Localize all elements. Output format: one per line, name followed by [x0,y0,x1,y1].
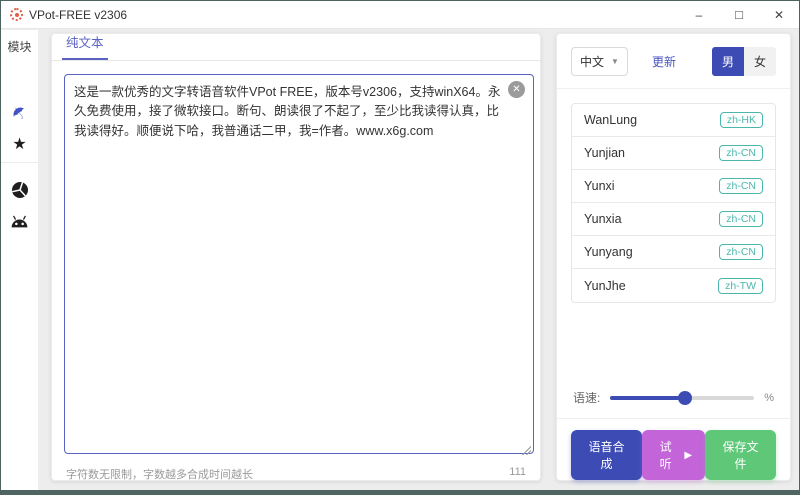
title-bar: VPot-FREE v2306 – □ ✕ [1,1,799,29]
gender-toggle: 男 女 [711,47,776,76]
app-window: VPot-FREE v2306 – □ ✕ 模块 ☂ ★ 纯文本 这是一款优秀的… [0,0,800,495]
textarea-wrap: 这是一款优秀的文字转语音软件VPot FREE，版本号v2306，支持winX6… [64,74,534,459]
tab-bar: 纯文本 [52,34,540,61]
update-link[interactable]: 更新 [652,53,676,70]
voice-row-yunxia[interactable]: Yunxia zh-CN [572,203,775,236]
voice-row-yunjian[interactable]: Yunjian zh-CN [572,137,775,170]
star-icon[interactable]: ★ [1,131,39,157]
voice-list: WanLung zh-HK Yunjian zh-CN Yunxi zh-CN … [571,103,776,303]
action-buttons-row: 语音合成 试听 ▶ 保存文件 [557,419,790,480]
voice-row-yunxi[interactable]: Yunxi zh-CN [572,170,775,203]
gender-male-button[interactable]: 男 [711,47,744,76]
gender-female-button[interactable]: 女 [743,47,776,76]
voice-row-yunyang[interactable]: Yunyang zh-CN [572,236,775,269]
window-title: VPot-FREE v2306 [29,7,128,22]
helper-text: 字符数无限制，字数越多合成时间越长 [66,469,253,481]
language-value: 中文 [580,55,605,69]
speed-row: 语速: % [557,379,790,418]
slider-fill [610,395,686,400]
maximize-button[interactable]: □ [719,1,759,28]
voice-name: Yunxia [584,212,622,226]
app-logo-icon [10,8,23,21]
voice-lang-badge: zh-CN [719,211,763,227]
tab-plain-text[interactable]: 纯文本 [62,32,108,60]
preview-label: 试听 [659,440,672,471]
shutter-icon[interactable] [1,177,39,203]
voice-lang-badge: zh-TW [718,277,763,294]
voice-name: Yunjian [584,146,626,160]
preview-button[interactable]: 试听 ▶ [641,430,706,480]
synthesize-button[interactable]: 语音合成 [571,430,642,480]
helper-row: 字符数无限制，字数越多合成时间越长 111 [66,466,526,482]
sidebar-divider [1,162,39,163]
char-count: 111 [509,466,526,478]
umbrella-icon[interactable]: ☂ [1,92,42,136]
editor-card: 纯文本 这是一款优秀的文字转语音软件VPot FREE，版本号v2306，支持w… [51,33,541,481]
save-file-button[interactable]: 保存文件 [705,430,776,480]
text-input[interactable]: 这是一款优秀的文字转语音软件VPot FREE，版本号v2306，支持winX6… [64,74,534,454]
voice-lang-badge: zh-CN [719,178,763,194]
close-button[interactable]: ✕ [759,1,799,28]
speed-unit: % [764,391,774,404]
android-icon[interactable] [1,208,39,234]
voice-name: YunJhe [584,278,626,293]
sidebar-header: 模块 [7,40,32,54]
chevron-down-icon: ▼ [611,57,619,66]
window-bottom-edge [1,490,799,495]
voice-row-yunjhe[interactable]: YunJhe zh-TW [572,269,775,302]
voice-lang-badge: zh-CN [719,244,763,260]
language-select[interactable]: 中文 ▼ [571,47,628,76]
voice-name: WanLung [584,113,638,127]
play-icon: ▶ [684,449,693,461]
panel-top-row: 中文 ▼ 更新 男 女 [557,34,790,88]
voice-name: Yunxi [584,179,615,193]
speed-slider[interactable] [610,390,755,405]
voice-lang-badge: zh-CN [719,145,763,161]
sidebar: 模块 ☂ ★ [1,30,39,490]
clear-text-icon[interactable]: ✕ [508,81,525,98]
slider-thumb[interactable] [678,390,693,405]
speed-label: 语速: [573,391,601,405]
window-controls: – □ ✕ [679,1,799,28]
voice-name: Yunyang [584,245,633,259]
voice-lang-badge: zh-HK [719,112,763,128]
voice-row-wanlung[interactable]: WanLung zh-HK [572,104,775,137]
settings-card: 中文 ▼ 更新 男 女 WanLung zh-HK Yunjian zh-CN … [556,33,791,481]
panel-divider-top [557,88,790,89]
minimize-button[interactable]: – [679,1,719,28]
